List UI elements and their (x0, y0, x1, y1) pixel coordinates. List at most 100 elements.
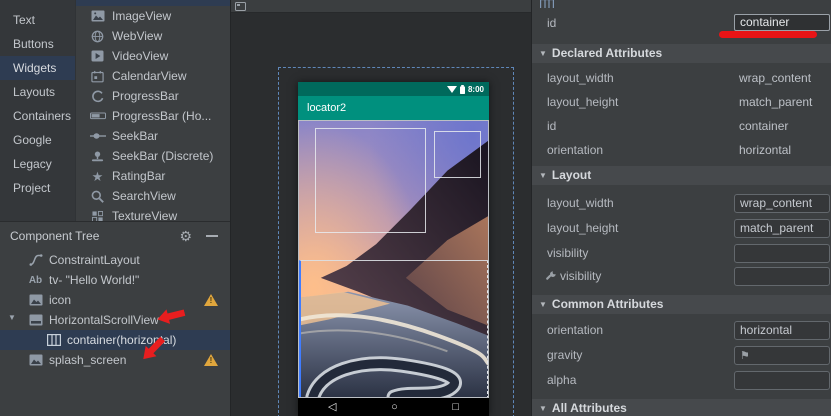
attribute-label: gravity (547, 346, 582, 365)
attribute-value[interactable]: match_parent (739, 90, 812, 114)
attribute-value[interactable]: wrap_content (739, 66, 811, 90)
chevron-down-icon: ▼ (539, 171, 547, 180)
wrench-icon (545, 270, 557, 282)
palette-categories: Text Buttons Widgets Layouts Containers … (0, 0, 76, 221)
palette-item-imageview[interactable]: ImageView (76, 6, 230, 26)
attribute-label: orientation (547, 138, 603, 162)
palette: Text Buttons Widgets Layouts Containers … (0, 0, 230, 222)
attribute-label: layout_width (547, 66, 614, 90)
attribute-label: visibility (547, 244, 588, 263)
palette-item-videoview[interactable]: VideoView (76, 46, 230, 66)
orientation-combobox[interactable]: horizontal (734, 321, 830, 340)
annotation-red-underline (719, 31, 817, 38)
attribute-row[interactable]: layout_height match_parent (532, 90, 831, 114)
palette-item-seekbar-discrete[interactable]: SeekBar (Discrete) (76, 146, 230, 166)
device-preview[interactable]: 8:00 locator2 (298, 82, 489, 416)
palette-widget-list: ImageView WebView VideoView CalendarView… (76, 0, 230, 221)
palette-category-layouts[interactable]: Layouts (0, 80, 75, 104)
seekbar-icon (89, 129, 106, 143)
attribute-value[interactable]: container (739, 114, 788, 138)
palette-item-webview[interactable]: WebView (76, 26, 230, 46)
tree-item-constraintlayout[interactable]: ConstraintLayout (0, 250, 230, 270)
palette-item-progressbar[interactable]: ProgressBar (76, 86, 230, 106)
palette-item-label: SeekBar (112, 129, 158, 143)
palette-category-widgets[interactable]: Widgets (0, 56, 75, 80)
wifi-icon (447, 86, 457, 93)
palette-item-progressbar-horizontal[interactable]: ProgressBar (Ho... (76, 106, 230, 126)
palette-item-seekbar[interactable]: SeekBar (76, 126, 230, 146)
palette-item-ratingbar[interactable]: ★ RatingBar (76, 166, 230, 186)
minimize-icon[interactable] (206, 235, 218, 237)
alpha-input[interactable] (734, 371, 830, 390)
palette-item-label: ImageView (112, 9, 171, 23)
attribute-row[interactable]: orientation horizontal (532, 138, 831, 162)
tree-item-textview[interactable]: Ab tv- "Hello World!" (0, 270, 230, 290)
warning-icon: ! (204, 354, 218, 366)
palette-item-label: CalendarView (112, 69, 187, 83)
section-all-attributes[interactable]: ▼All Attributes (532, 399, 831, 416)
tools-visibility-combobox[interactable] (734, 267, 830, 286)
selected-container-outline[interactable] (299, 260, 488, 398)
linearlayout-horizontal-icon (46, 334, 61, 347)
attribute-row: layout_width wrap_content (532, 194, 831, 218)
attribute-value[interactable]: horizontal (739, 138, 791, 162)
imageview-icon (28, 294, 43, 307)
imageview-icon (89, 9, 106, 23)
palette-item-label: ProgressBar (Ho... (112, 109, 211, 123)
palette-item-calendarview[interactable]: CalendarView (76, 66, 230, 86)
palette-item-textureview[interactable]: TextureView (76, 206, 230, 221)
tree-item-splash-screen[interactable]: splash_screen ! (0, 350, 230, 370)
id-input[interactable]: container (734, 14, 830, 31)
section-common-attributes[interactable]: ▼Common Attributes (532, 295, 831, 314)
tree-item-container-horizontal[interactable]: container(horizontal) (0, 330, 230, 350)
progressbar-horizontal-icon (89, 109, 106, 123)
screen-icon (235, 2, 246, 11)
chevron-down-icon: ▼ (539, 300, 547, 309)
textview-icon: Ab (28, 274, 43, 287)
horizontalscrollview-icon (28, 314, 43, 327)
view-outline-small[interactable] (434, 131, 481, 178)
attribute-row: layout_height match_parent (532, 219, 831, 243)
ratingbar-icon: ★ (89, 169, 106, 183)
palette-category-google[interactable]: Google (0, 128, 75, 152)
palette-category-legacy[interactable]: Legacy (0, 152, 75, 176)
device-screen[interactable] (298, 120, 489, 398)
attribute-label: layout_height (547, 90, 618, 114)
palette-item-label: ProgressBar (112, 89, 179, 103)
attribute-row[interactable]: id container (532, 114, 831, 138)
chevron-down-icon: ▼ (539, 404, 547, 413)
chevron-down-icon: ▼ (539, 49, 547, 58)
view-outline-large[interactable] (315, 128, 426, 233)
device-nav-bar: ◁ ○ □ (298, 398, 489, 416)
palette-category-buttons[interactable]: Buttons (0, 32, 75, 56)
textureview-icon (89, 209, 106, 221)
tree-item-label: ConstraintLayout (49, 253, 140, 267)
tree-item-label: icon (49, 293, 71, 307)
palette-category-containers[interactable]: Containers (0, 104, 75, 128)
progressbar-icon (89, 89, 106, 103)
gravity-flag-field[interactable]: ⚑ (734, 346, 830, 365)
layout-height-combobox[interactable]: match_parent (734, 219, 830, 238)
attribute-label: alpha (547, 371, 576, 390)
tree-item-horizontalscrollview[interactable]: ▼ HorizontalScrollView (0, 310, 230, 330)
palette-category-project[interactable]: Project (0, 176, 75, 200)
visibility-combobox[interactable] (734, 244, 830, 263)
palette-item-searchview[interactable]: SearchView (76, 186, 230, 206)
design-canvas[interactable]: 8:00 locator2 (230, 0, 531, 416)
seekbar-discrete-icon (89, 149, 106, 163)
chevron-down-icon[interactable]: ▼ (8, 313, 16, 322)
attribute-row[interactable]: layout_width wrap_content (532, 66, 831, 90)
section-layout[interactable]: ▼Layout (532, 166, 831, 185)
palette-category-text[interactable]: Text (0, 8, 75, 32)
attribute-label: orientation (547, 321, 603, 340)
tree-item-icon[interactable]: icon ! (0, 290, 230, 310)
device-status-bar: 8:00 (298, 82, 489, 96)
layout-width-combobox[interactable]: wrap_content (734, 194, 830, 213)
attribute-row: alpha (532, 371, 831, 395)
nav-home-icon: ○ (391, 398, 398, 416)
section-declared-attributes[interactable]: ▼Declared Attributes (532, 44, 831, 63)
palette-item-label: TextureView (112, 209, 177, 221)
nav-recent-icon: □ (452, 398, 459, 416)
attribute-label: layout_height (547, 219, 618, 238)
gear-icon[interactable]: ⚙ (179, 229, 192, 243)
